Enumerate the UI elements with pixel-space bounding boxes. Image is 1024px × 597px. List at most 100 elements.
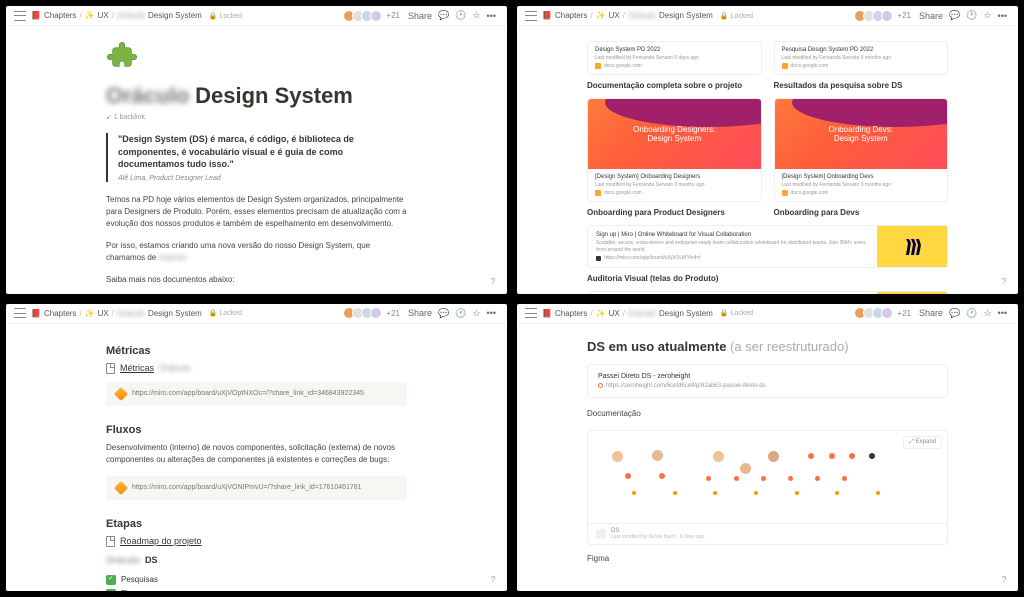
quote-block: "Design System (DS) é marca, é código, é… <box>106 133 407 182</box>
check-icon: ✓ <box>106 575 116 585</box>
clock-icon[interactable]: 🕐 <box>455 10 466 21</box>
heading-etapas: Etapas <box>106 518 407 530</box>
lock-icon: 🔒 Locked <box>720 12 753 20</box>
page-content: Design System PD 2022Last modified by Fe… <box>517 26 1018 294</box>
miro-card-2[interactable]: Sign up | Miro | Online Whiteboard for V… <box>587 291 948 294</box>
page-icon <box>106 363 115 374</box>
lock-icon: 🔒 Locked <box>209 12 242 20</box>
help-icon[interactable]: ? <box>998 573 1010 585</box>
miro-logo <box>877 226 947 267</box>
crumb-ux[interactable]: UX <box>98 11 109 20</box>
comments-icon[interactable]: 💬 <box>438 308 449 319</box>
miro-link-1[interactable]: https://miro.com/app/board/uXjVOptNXOc=/… <box>106 382 407 406</box>
miro-link-2[interactable]: https://miro.com/app/board/uXjVONIPmvU=/… <box>106 476 407 500</box>
body-p1: Temos na PD hoje vários elementos de Des… <box>106 194 407 230</box>
share-button[interactable]: Share <box>408 11 432 21</box>
sparkle-icon: ✨ <box>596 11 606 20</box>
help-icon[interactable]: ? <box>487 276 499 288</box>
subpage-metricas[interactable]: Métricas Oráculo <box>106 363 407 374</box>
page-title: OráculoDesign System <box>106 83 407 109</box>
presence-avatars[interactable] <box>346 307 382 319</box>
share-button[interactable]: Share <box>919 11 943 21</box>
clock-icon[interactable]: 🕐 <box>966 10 977 21</box>
star-icon[interactable]: ☆ <box>983 308 991 319</box>
star-icon[interactable]: ☆ <box>472 308 480 319</box>
heading-metricas: Métricas <box>106 345 407 357</box>
doc-card[interactable]: Onboarding Devs:Design System [Design Sy… <box>774 98 949 202</box>
clock-icon[interactable]: 🕐 <box>966 308 977 319</box>
gdoc-icon <box>595 63 601 69</box>
comments-icon[interactable]: 💬 <box>438 10 449 21</box>
topbar: 📕 Chapters/ ✨ UX/ Oráculo Design System … <box>517 6 1018 26</box>
figma-footer: DSLast modified by Nicole Bach · 8 days … <box>588 523 947 544</box>
figma-embed[interactable]: ⤢ Expand <box>587 430 948 545</box>
fluxos-desc: Desenvolvimento (interno) de novos compo… <box>106 442 407 466</box>
share-button[interactable]: Share <box>919 308 943 318</box>
topbar: 📕 Chapters/ ✨ UX/ Oráculo Design System … <box>517 304 1018 324</box>
miro-logo <box>877 292 947 294</box>
checklist: ✓Pesquisas ✓Fluxos ✓Naming ✓Auditoria vi… <box>106 573 407 592</box>
menu-icon[interactable] <box>525 308 537 318</box>
book-icon: 📕 <box>542 309 552 318</box>
gdoc-icon <box>782 63 788 69</box>
section-title: Resultados da pesquisa sobre DS <box>774 81 949 90</box>
comments-icon[interactable]: 💬 <box>949 10 960 21</box>
more-icon[interactable]: ••• <box>998 308 1007 318</box>
gdoc-icon <box>595 190 601 196</box>
comments-icon[interactable]: 💬 <box>949 308 960 319</box>
doc-card[interactable]: Onboarding Designers:Design System [Desi… <box>587 98 762 202</box>
doc-card[interactable]: Pesquisa Design System PD 2022Last modif… <box>774 41 949 75</box>
sparkle-icon: ✨ <box>85 11 95 20</box>
presence-avatars[interactable] <box>346 10 382 22</box>
clock-icon[interactable]: 🕐 <box>455 308 466 319</box>
backlink[interactable]: ↙ 1 backlink <box>106 113 407 121</box>
help-icon[interactable]: ? <box>487 573 499 585</box>
subpage-roadmap[interactable]: Roadmap do projeto <box>106 536 407 547</box>
help-icon[interactable]: ? <box>998 276 1010 288</box>
book-icon: 📕 <box>31 11 41 20</box>
sparkle-icon: ✨ <box>85 309 95 318</box>
share-button[interactable]: Share <box>408 308 432 318</box>
section-title: Documentação completa sobre o projeto <box>587 81 762 90</box>
menu-icon[interactable] <box>14 11 26 21</box>
menu-icon[interactable] <box>525 11 537 21</box>
check-item[interactable]: ✓Fluxos <box>106 587 407 591</box>
heading-ds-uso: DS em uso atualmente (a ser reestruturad… <box>587 339 948 354</box>
check-icon: ✓ <box>106 589 116 591</box>
zeroheight-icon <box>598 383 603 388</box>
star-icon[interactable]: ☆ <box>472 10 480 21</box>
crumb-blurred: Oráculo <box>117 11 145 20</box>
breadcrumb[interactable]: 📕 Chapters/ ✨ UX/ Oráculo Design System … <box>31 309 242 318</box>
more-icon[interactable]: ••• <box>487 308 496 318</box>
breadcrumb[interactable]: 📕 Chapters/ ✨ UX/ Oráculo Design System … <box>31 11 242 20</box>
section-title: Auditoria Visual (telas do Produto) <box>587 274 948 283</box>
section-title: Onboarding para Devs <box>774 208 949 217</box>
presence-avatars[interactable] <box>857 10 893 22</box>
star-icon[interactable]: ☆ <box>983 10 991 21</box>
more-icon[interactable]: ••• <box>998 11 1007 21</box>
zeroheight-card[interactable]: Passei Direto DS - zeroheight https://ze… <box>587 364 948 398</box>
presence-avatars[interactable] <box>857 307 893 319</box>
page-icon <box>106 536 115 547</box>
crumb-chapters[interactable]: Chapters <box>44 11 76 20</box>
notion-window-2: 📕 Chapters/ ✨ UX/ Oráculo Design System … <box>517 6 1018 294</box>
figma-canvas <box>598 446 937 519</box>
menu-icon[interactable] <box>14 308 26 318</box>
more-icon[interactable]: ••• <box>487 11 496 21</box>
doc-card[interactable]: Design System PD 2022Last modified by Fe… <box>587 41 762 75</box>
breadcrumb[interactable]: 📕 Chapters/ ✨ UX/ Oráculo Design System … <box>542 11 753 20</box>
diamond-icon <box>114 386 128 400</box>
topbar: 📕 Chapters/ ✨ UX/ Oráculo Design System … <box>6 304 507 324</box>
notion-window-3: 📕 Chapters/ ✨ UX/ Oráculo Design System … <box>6 304 507 592</box>
presence-count: +21 <box>386 11 400 20</box>
gdoc-icon <box>782 190 788 196</box>
lock-icon: 🔒 Locked <box>720 309 753 317</box>
puzzle-icon <box>106 41 138 73</box>
breadcrumb[interactable]: 📕 Chapters/ ✨ UX/ Oráculo Design System … <box>542 309 753 318</box>
section-title: Onboarding para Product Designers <box>587 208 762 217</box>
crumb-ds[interactable]: Design System <box>148 11 202 20</box>
book-icon: 📕 <box>31 309 41 318</box>
check-item[interactable]: ✓Pesquisas <box>106 573 407 587</box>
miro-card-1[interactable]: Sign up | Miro | Online Whiteboard for V… <box>587 225 948 268</box>
body-p3: Saiba mais nos documentos abaixo: <box>106 274 407 286</box>
